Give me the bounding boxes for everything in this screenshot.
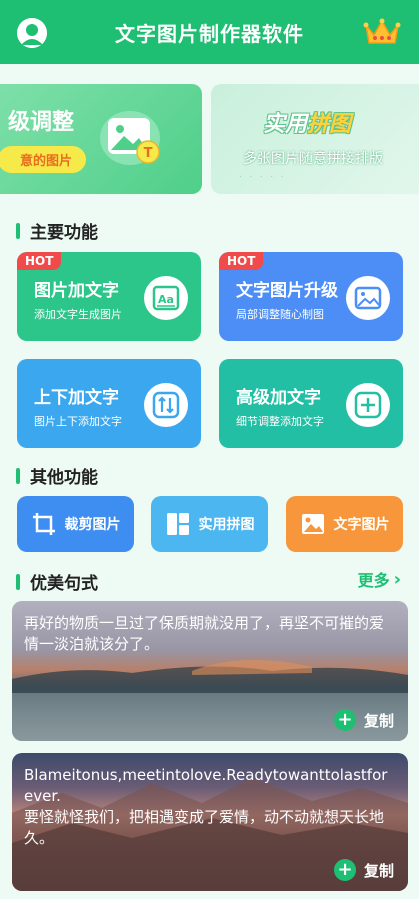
banner-title: 实用拼图 [263,106,351,138]
image-edit-icon [346,276,390,320]
feature-title: 文字图片升级 [236,281,338,301]
section-title: 主要功能 [30,223,98,243]
feature-text-image-upgrade[interactable]: HOT 文字图片升级 局部调整随心制图 [219,252,403,341]
section-bar [16,467,20,484]
section-other-functions: 其他功能 [16,463,98,488]
feature-subtitle: 细节调整添加文字 [236,415,324,428]
puzzle-button[interactable]: 实用拼图 [151,496,268,552]
quote-card: 再好的物质一旦过了保质期就没用了，再坚不可摧的爱情一淡泊就该分了。 + 复制 [12,601,408,741]
hot-badge: HOT [17,252,62,270]
feature-advanced-text[interactable]: 高级加文字 细节调整添加文字 [219,359,403,448]
banner-title-part1: 实用 [263,112,308,137]
copy-button[interactable]: + 复制 [333,709,394,731]
feature-subtitle: 局部调整随心制图 [236,308,324,321]
plus-icon: + [333,709,356,731]
image-icon [301,514,324,534]
feature-title: 图片加文字 [34,281,119,301]
crop-image-button[interactable]: 裁剪图片 [17,496,134,552]
chevron-right-icon: › [393,568,401,590]
button-label: 实用拼图 [198,517,255,533]
banner-advanced-adjust[interactable]: 级调整 意的图片 T [0,84,202,194]
user-avatar-icon[interactable] [17,18,47,48]
banner-subtitle: 多张图片随意拼接排版 [243,151,383,167]
section-title: 优美句式 [30,574,98,594]
page-title: 文字图片制作器软件 [115,21,304,46]
banner-carousel[interactable]: 级调整 意的图片 T 实用拼图 多张图片随意拼接排版 · · · · · [0,84,419,194]
decorative-dots: · · · · · [239,172,286,183]
copy-label: 复制 [363,711,394,730]
banner-subtitle: 意的图片 [0,146,87,173]
button-label: 裁剪图片 [64,517,121,533]
collage-icon [166,513,189,535]
button-label: 文字图片 [333,517,390,533]
section-bar [16,222,20,239]
copy-button[interactable]: + 复制 [333,859,394,881]
banner-badge-text: T [144,146,153,161]
section-main-functions: 主要功能 [16,218,98,243]
app-header: 文字图片制作器软件 [0,0,419,64]
feature-subtitle: 图片上下添加文字 [34,415,122,428]
plus-square-icon [346,383,390,427]
feature-title: 高级加文字 [236,388,321,408]
quote-card: Blameitonus,meetintolove.Readytowanttola… [12,753,408,891]
icon-text: Aa [158,293,174,306]
text-aa-icon: Aa [144,276,188,320]
up-down-arrows-icon [144,383,188,427]
section-title: 其他功能 [30,468,98,488]
crown-vip-icon[interactable] [363,16,401,48]
section-quotes: 优美句式 [16,569,98,594]
copy-label: 复制 [363,861,394,880]
feature-image-add-text[interactable]: HOT 图片加文字 添加文字生成图片 Aa [17,252,201,341]
feature-title: 上下加文字 [34,388,119,408]
more-link[interactable]: 更多 › [358,567,401,591]
quote-text: 再好的物质一旦过了保质期就没用了，再坚不可摧的爱情一淡泊就该分了。 [24,614,385,653]
banner-puzzle[interactable]: 实用拼图 多张图片随意拼接排版 · · · · · [211,84,419,194]
section-bar [16,573,20,590]
banner-title-part2: 拼图 [307,112,352,137]
image-icon: T [100,108,162,166]
more-label: 更多 [357,571,390,590]
hot-badge: HOT [219,252,264,270]
feature-subtitle: 添加文字生成图片 [34,308,122,321]
text-image-button[interactable]: 文字图片 [286,496,403,552]
crop-icon [32,513,55,535]
feature-top-bottom-text[interactable]: 上下加文字 图片上下添加文字 [17,359,201,448]
plus-icon: + [333,859,356,881]
quote-text: Blameitonus,meetintolove.Readytowanttola… [24,766,388,847]
banner-title: 级调整 [8,110,75,135]
